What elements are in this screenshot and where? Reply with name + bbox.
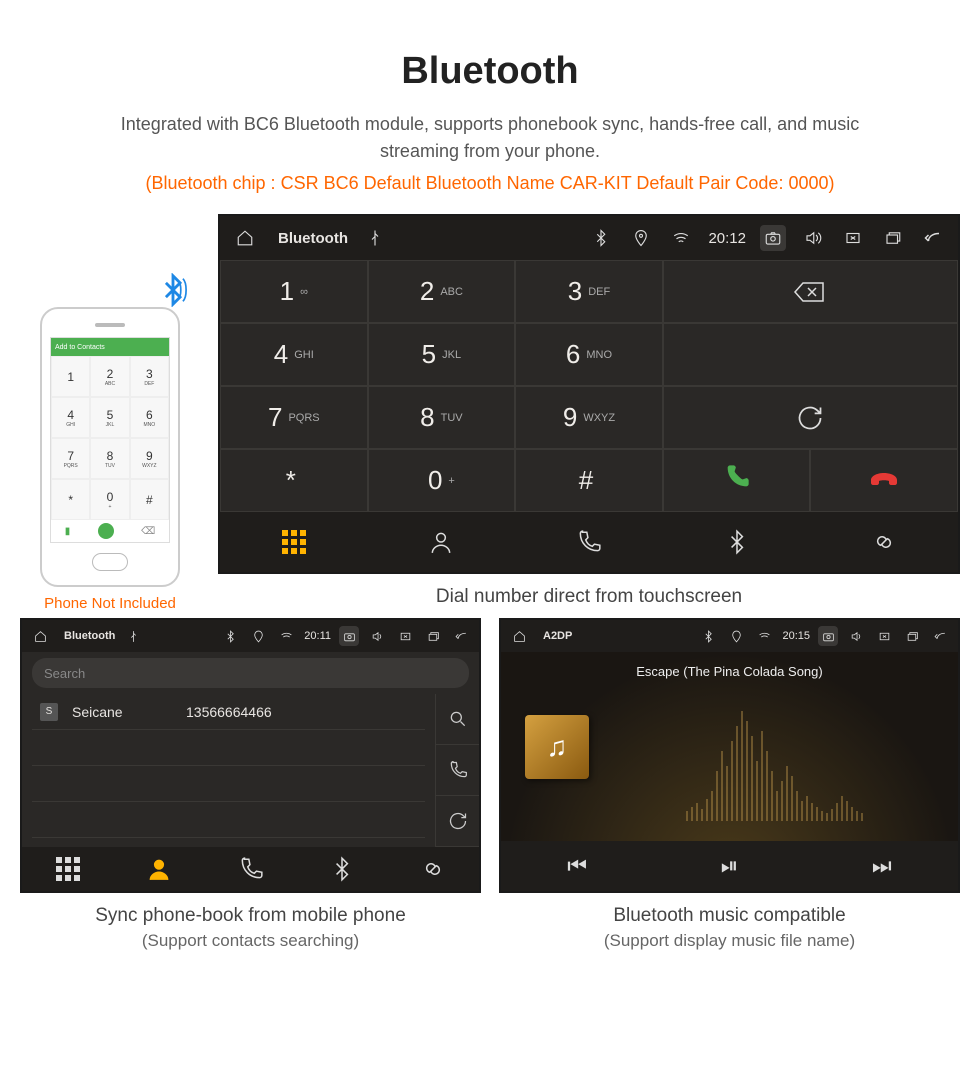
nav-contacts[interactable] xyxy=(368,512,516,572)
location-icon xyxy=(628,225,654,251)
status-title: Bluetooth xyxy=(64,630,115,642)
bluetooth-icon xyxy=(220,626,240,646)
dialkey-8[interactable]: 8TUV xyxy=(368,386,516,449)
prev-track-button[interactable]: ⏮ xyxy=(501,841,653,891)
next-track-button[interactable]: ⏭ xyxy=(806,841,958,891)
nav-contacts[interactable] xyxy=(113,847,204,891)
wifi-icon xyxy=(754,626,774,646)
recent-apps-icon[interactable] xyxy=(902,626,922,646)
contact-list: SSeicane13566664466 xyxy=(22,694,435,847)
phonebook-caption-2: (Support contacts searching) xyxy=(20,931,481,951)
close-window-icon[interactable] xyxy=(840,225,866,251)
dialkey-7[interactable]: 7PQRS xyxy=(220,386,368,449)
search-input[interactable]: Search xyxy=(32,658,469,688)
wifi-icon xyxy=(668,225,694,251)
back-icon[interactable] xyxy=(451,626,471,646)
dialer-panel: Bluetooth 20:12 1∞2ABC3DEF 4GHI5JKL6MNO 7P… xyxy=(218,214,960,574)
music-caption-2: (Support display music file name) xyxy=(499,931,960,951)
song-title: Escape (The Pina Colada Song) xyxy=(636,664,822,679)
call-icon[interactable] xyxy=(436,745,479,796)
dialkey-0[interactable]: 0+ xyxy=(368,449,516,512)
visualizer xyxy=(611,692,938,821)
bluetooth-icon xyxy=(588,225,614,251)
dialkey-9[interactable]: 9WXYZ xyxy=(515,386,663,449)
bluetooth-icon xyxy=(698,626,718,646)
dialkey-1[interactable]: 1∞ xyxy=(220,260,368,323)
status-title: Bluetooth xyxy=(278,230,348,247)
search-icon[interactable] xyxy=(436,694,479,745)
dialkey-5[interactable]: 5JKL xyxy=(368,323,516,386)
dialkey-3[interactable]: 3DEF xyxy=(515,260,663,323)
nav-pair[interactable] xyxy=(388,847,479,891)
home-icon[interactable] xyxy=(509,626,529,646)
phonebook-caption-1: Sync phone-book from mobile phone xyxy=(20,905,481,927)
spec-line: (Bluetooth chip : CSR BC6 Default Blueto… xyxy=(20,173,960,194)
status-title: A2DP xyxy=(543,630,572,642)
phone-mockup: Add to Contacts 12ABC3DEF4GHI5JKL6MNO7PQ… xyxy=(40,307,180,587)
nav-dialpad[interactable] xyxy=(220,512,368,572)
music-panel: A2DP 20:15 Escape (The Pina Colada Song)… xyxy=(499,618,960,893)
close-window-icon[interactable] xyxy=(874,626,894,646)
play-pause-button[interactable]: ⏯ xyxy=(653,841,805,891)
contact-row[interactable]: SSeicane13566664466 xyxy=(32,694,425,730)
album-art: ♫ xyxy=(525,715,589,779)
home-icon[interactable] xyxy=(232,225,258,251)
bottom-nav xyxy=(22,847,479,891)
call-button[interactable] xyxy=(663,449,811,512)
status-bar-music: A2DP 20:15 xyxy=(501,620,958,652)
location-icon xyxy=(248,626,268,646)
status-time: 20:11 xyxy=(304,630,331,642)
music-controls: ⏮ ⏯ ⏭ xyxy=(501,841,958,891)
backspace-button[interactable] xyxy=(663,260,958,323)
dialkey-2[interactable]: 2ABC xyxy=(368,260,516,323)
nav-bluetooth[interactable] xyxy=(663,512,811,572)
nav-bluetooth[interactable] xyxy=(296,847,387,891)
status-bar: Bluetooth 20:12 xyxy=(220,216,958,260)
mock-topbar-label: Add to Contacts xyxy=(55,344,105,351)
empty-cell xyxy=(663,323,958,386)
wifi-icon xyxy=(276,626,296,646)
nav-dialpad[interactable] xyxy=(22,847,113,891)
usb-icon xyxy=(362,225,388,251)
mock-call-button xyxy=(98,523,114,539)
bluetooth-signal-icon xyxy=(156,273,190,314)
dialkey-4[interactable]: 4GHI xyxy=(220,323,368,386)
hangup-button[interactable] xyxy=(810,449,958,512)
page-title: Bluetooth xyxy=(20,50,960,93)
phone-caption: Phone Not Included xyxy=(20,595,200,612)
camera-icon[interactable] xyxy=(760,225,786,251)
home-icon[interactable] xyxy=(30,626,50,646)
status-time: 20:12 xyxy=(708,230,746,247)
recent-apps-icon[interactable] xyxy=(423,626,443,646)
recent-apps-icon[interactable] xyxy=(880,225,906,251)
status-bar-phonebook: Bluetooth 20:11 xyxy=(22,620,479,652)
refresh-icon[interactable] xyxy=(436,796,479,847)
nav-pair[interactable] xyxy=(810,512,958,572)
main-panel-caption: Dial number direct from touchscreen xyxy=(218,586,960,608)
music-note-icon: ♫ xyxy=(547,731,568,763)
phonebook-panel: Bluetooth 20:11 Search SSeicane135666644… xyxy=(20,618,481,893)
usb-icon xyxy=(123,626,143,646)
dialkey-#[interactable]: # xyxy=(515,449,663,512)
dialkey-*[interactable]: * xyxy=(220,449,368,512)
camera-icon[interactable] xyxy=(818,626,838,646)
dialkey-6[interactable]: 6MNO xyxy=(515,323,663,386)
close-window-icon[interactable] xyxy=(395,626,415,646)
back-icon[interactable] xyxy=(930,626,950,646)
camera-icon[interactable] xyxy=(339,626,359,646)
nav-calllog[interactable] xyxy=(515,512,663,572)
redial-button[interactable] xyxy=(663,386,958,449)
page-subtitle: Integrated with BC6 Bluetooth module, su… xyxy=(20,111,960,165)
volume-icon[interactable] xyxy=(367,626,387,646)
volume-icon[interactable] xyxy=(846,626,866,646)
search-placeholder: Search xyxy=(44,666,85,681)
bottom-nav xyxy=(220,512,958,572)
volume-icon[interactable] xyxy=(800,225,826,251)
location-icon xyxy=(726,626,746,646)
music-caption-1: Bluetooth music compatible xyxy=(499,905,960,927)
back-icon[interactable] xyxy=(920,225,946,251)
status-time: 20:15 xyxy=(782,630,810,642)
nav-calllog[interactable] xyxy=(205,847,296,891)
